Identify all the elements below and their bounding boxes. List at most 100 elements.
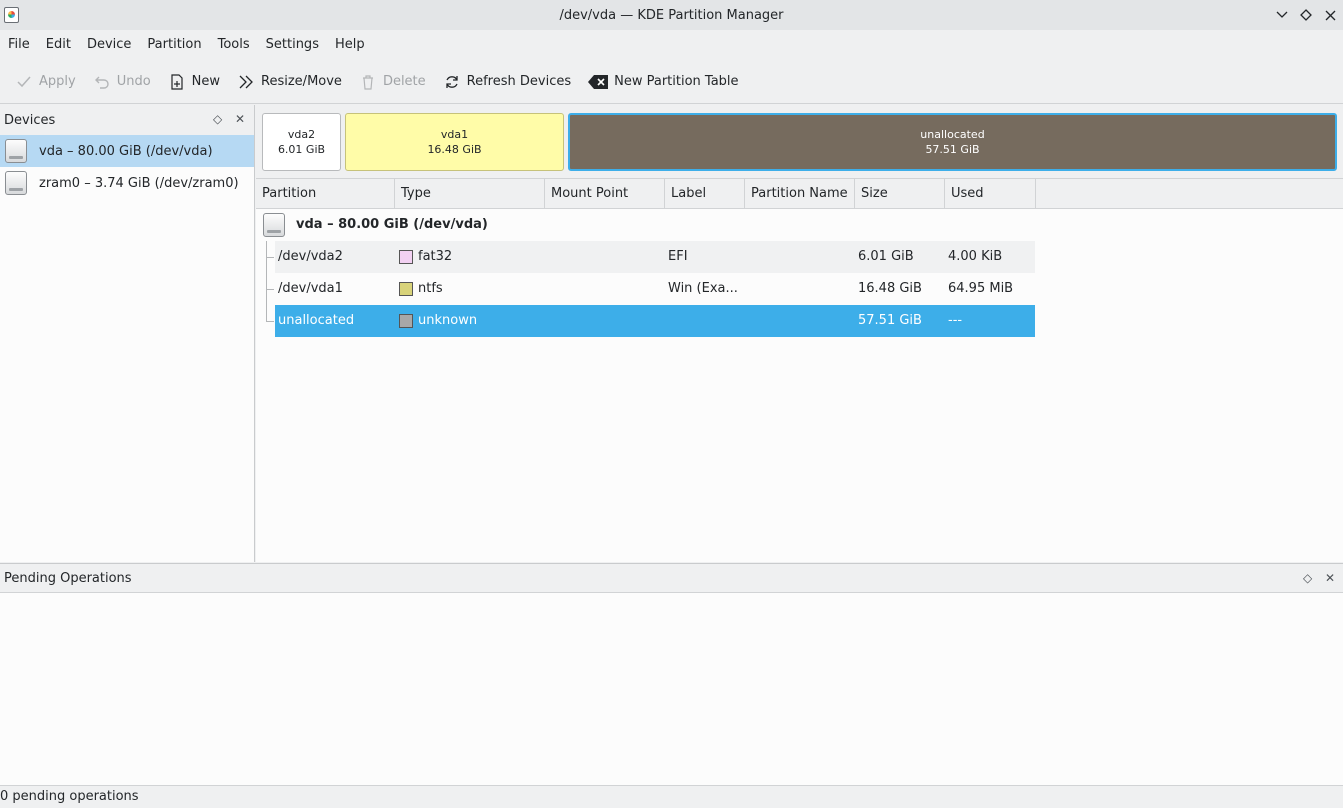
column-header-used[interactable]: Used: [945, 179, 1036, 209]
table-row[interactable]: /dev/vda2 fat32 EFI 6.01 GiB 4.00 KiB: [275, 241, 1035, 273]
close-button[interactable]: [1321, 6, 1339, 24]
new-button[interactable]: New: [161, 67, 227, 97]
hard-disk-icon: [263, 213, 285, 237]
cell-used: 4.00 KiB: [948, 249, 1003, 264]
new-document-icon: [168, 73, 186, 91]
close-dock-icon[interactable]: ✕: [1325, 571, 1335, 585]
window-title: /dev/vda — KDE Partition Manager: [559, 7, 784, 23]
cell-size: 6.01 GiB: [858, 249, 914, 264]
hard-disk-icon: [5, 171, 27, 195]
pending-operations-title: Pending Operations: [4, 570, 132, 586]
graph-block-name: unallocated: [920, 128, 985, 141]
device-label: zram0 – 3.74 GiB (/dev/zram0): [39, 175, 239, 191]
resize-move-button[interactable]: Resize/Move: [230, 67, 349, 97]
cell-type: fat32: [418, 249, 453, 264]
graph-block-name: vda2: [287, 128, 316, 141]
cell-label: EFI: [668, 249, 688, 264]
menu-settings[interactable]: Settings: [258, 30, 327, 60]
tree-connector: [266, 321, 274, 322]
graph-block-name: vda1: [440, 128, 469, 141]
refresh-devices-button[interactable]: Refresh Devices: [436, 67, 578, 97]
hard-disk-icon: [5, 139, 27, 163]
menu-file[interactable]: File: [0, 30, 38, 60]
minimize-button[interactable]: [1273, 6, 1291, 24]
trash-icon: [359, 73, 377, 91]
float-dock-icon[interactable]: ◇: [1303, 571, 1312, 585]
cell-label: Win (Exa...: [668, 281, 738, 296]
refresh-devices-label: Refresh Devices: [466, 74, 572, 89]
cell-size: 16.48 GiB: [858, 281, 922, 296]
device-item-zram0[interactable]: zram0 – 3.74 GiB (/dev/zram0): [0, 167, 254, 199]
device-item-vda[interactable]: vda – 80.00 GiB (/dev/vda): [0, 135, 254, 167]
graph-block-size: 16.48 GiB: [427, 143, 482, 156]
column-header-mount-point[interactable]: Mount Point: [545, 179, 665, 209]
apply-label: Apply: [39, 74, 76, 89]
devices-header: Devices ◇ ✕: [0, 105, 254, 135]
undo-label: Undo: [116, 74, 151, 89]
close-dock-icon[interactable]: ✕: [235, 112, 245, 126]
table-row[interactable]: unallocated unknown 57.51 GiB ---: [275, 305, 1035, 337]
maximize-button[interactable]: [1297, 6, 1315, 24]
devices-panel: Devices ◇ ✕ vda – 80.00 GiB (/dev/vda) z…: [0, 105, 255, 562]
graph-block-size: 6.01 GiB: [277, 143, 326, 156]
partition-graph: vda2 6.01 GiB vda1 16.48 GiB unallocated…: [256, 105, 1343, 179]
new-label: New: [191, 74, 221, 89]
column-header-partition[interactable]: Partition: [256, 179, 395, 209]
menu-partition[interactable]: Partition: [139, 30, 209, 60]
graph-block-unallocated[interactable]: unallocated 57.51 GiB: [568, 113, 1337, 171]
device-row-label: vda – 80.00 GiB (/dev/vda): [296, 217, 488, 232]
pending-count: 0 pending operations: [0, 789, 139, 804]
tree-connector: [266, 289, 274, 290]
undo-button[interactable]: Undo: [86, 67, 158, 97]
column-header-size[interactable]: Size: [855, 179, 945, 209]
cell-partition: unallocated: [278, 313, 355, 328]
cell-used: ---: [948, 313, 963, 328]
menu-device[interactable]: Device: [79, 30, 139, 60]
type-color-swatch: [399, 250, 413, 264]
new-partition-table-button[interactable]: New Partition Table: [581, 67, 745, 97]
tree-connector: [266, 241, 267, 321]
cell-used: 64.95 MiB: [948, 281, 1014, 296]
device-label: vda – 80.00 GiB (/dev/vda): [39, 143, 213, 159]
status-bar: 0 pending operations: [0, 786, 1343, 808]
checkmark-icon: [15, 73, 33, 91]
delete-label: Delete: [382, 74, 426, 89]
resize-move-label: Resize/Move: [261, 74, 342, 89]
toolbar: Apply Undo New Resize/Move Delete Refres…: [0, 60, 1343, 104]
type-color-swatch: [399, 282, 413, 296]
clear-table-icon: [588, 73, 609, 91]
menu-edit[interactable]: Edit: [38, 30, 79, 60]
graph-block-vda1[interactable]: vda1 16.48 GiB: [345, 113, 564, 171]
menu-tools[interactable]: Tools: [210, 30, 258, 60]
type-color-swatch: [399, 314, 413, 328]
graph-block-size: 57.51 GiB: [925, 143, 980, 156]
column-header-label[interactable]: Label: [665, 179, 745, 209]
cell-type: unknown: [418, 313, 478, 328]
devices-title: Devices: [4, 112, 56, 128]
cell-type: ntfs: [418, 281, 443, 296]
table-header: Partition Type Mount Point Label Partiti…: [256, 179, 1343, 209]
menu-help[interactable]: Help: [327, 30, 373, 60]
pending-operations-header: Pending Operations ◇ ✕: [0, 563, 1343, 593]
column-header-type[interactable]: Type: [395, 179, 545, 209]
delete-button[interactable]: Delete: [352, 67, 433, 97]
cell-size: 57.51 GiB: [858, 313, 922, 328]
title-bar: /dev/vda — KDE Partition Manager: [0, 0, 1343, 30]
cell-partition: /dev/vda2: [278, 249, 343, 264]
graph-block-vda2[interactable]: vda2 6.01 GiB: [262, 113, 341, 171]
partition-table: Partition Type Mount Point Label Partiti…: [256, 179, 1343, 562]
double-chevron-right-icon: [237, 73, 255, 91]
tree-connector: [266, 257, 274, 258]
apply-button[interactable]: Apply: [8, 67, 83, 97]
menu-bar: File Edit Device Partition Tools Setting…: [0, 30, 1343, 60]
undo-icon: [93, 73, 111, 91]
table-device-row[interactable]: vda – 80.00 GiB (/dev/vda): [256, 209, 1035, 241]
pending-operations-list: [0, 593, 1343, 786]
cell-partition: /dev/vda1: [278, 281, 343, 296]
column-header-partition-name[interactable]: Partition Name: [745, 179, 855, 209]
app-icon: [4, 7, 19, 23]
refresh-icon: [443, 73, 461, 91]
float-dock-icon[interactable]: ◇: [213, 112, 222, 126]
table-row[interactable]: /dev/vda1 ntfs Win (Exa... 16.48 GiB 64.…: [275, 273, 1035, 305]
new-partition-table-label: New Partition Table: [614, 74, 739, 89]
